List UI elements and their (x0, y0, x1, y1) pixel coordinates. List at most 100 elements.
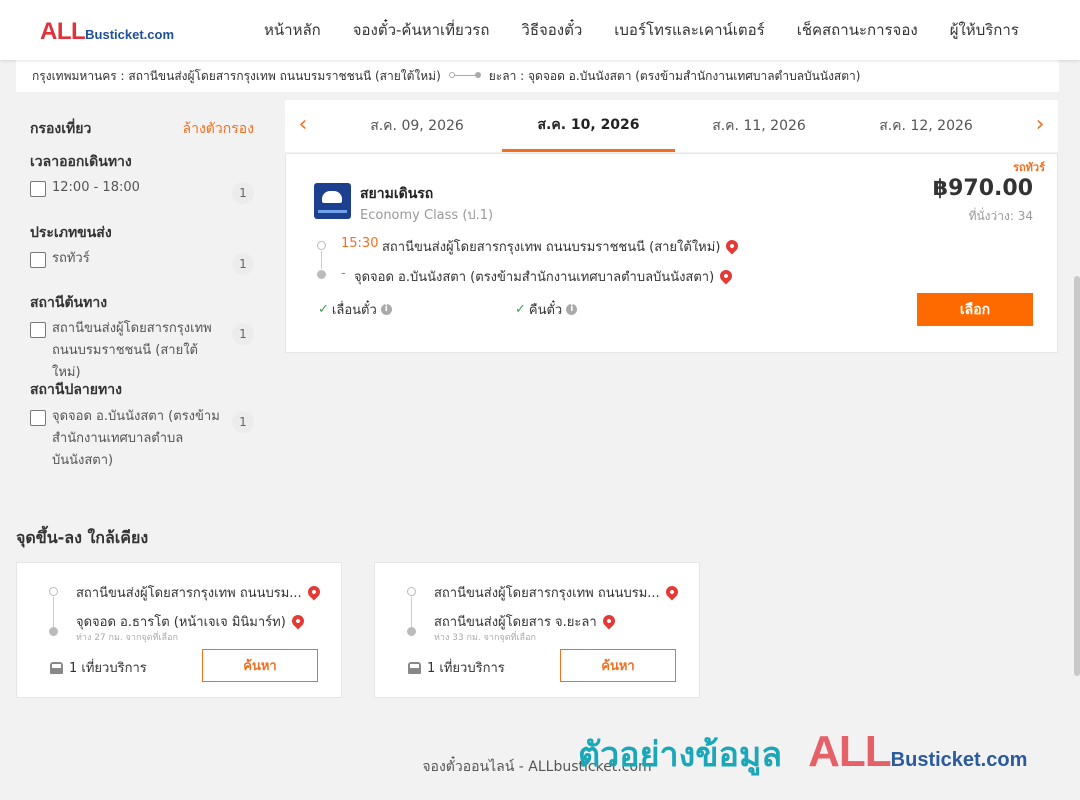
map-pin-icon[interactable] (289, 612, 307, 630)
nearby-destination-text: จุดจอด อ.ธารโต (หน้าเจเจ มินิมาร์ท) (76, 615, 286, 630)
feature-refund: ✓ คืนตั๋ว i (515, 299, 578, 320)
filter-group-origin-station: สถานีต้นทาง (30, 295, 108, 311)
nearby-search-button[interactable]: ค้นหา (560, 649, 676, 682)
nearby-search-button[interactable]: ค้นหา (202, 649, 318, 682)
filter-title: กรองเที่ยว (30, 121, 92, 137)
watermark-logo-rest: Busticket.com (890, 749, 1028, 771)
logo-all-text: ALL (40, 18, 86, 45)
date-tab[interactable]: ส.ค. 11, 2026 (676, 100, 842, 152)
scrollbar-thumb[interactable] (1074, 276, 1080, 676)
chevron-right-icon[interactable]: › (1030, 113, 1050, 139)
filter-count-badge: 1 (232, 253, 254, 275)
check-icon: ✓ (318, 302, 329, 317)
filter-count-badge: 1 (232, 411, 254, 433)
nearby-origin: สถานีขนส่งผู้โดยสารกรุงเทพ ถนนบรม... (434, 582, 681, 603)
info-icon[interactable]: i (566, 304, 578, 315)
nearby-origin-text: สถานีขนส่งผู้โดยสารกรุงเทพ ถนนบรม... (76, 586, 302, 601)
service-class: Economy Class (ป.1) (360, 208, 494, 223)
trip-result-card: รถทัวร์ สยามเดินรถ Economy Class (ป.1) ฿… (285, 153, 1058, 353)
nearby-service-count: 1 เที่ยวบริการ (408, 657, 505, 678)
feature-label: คืนตั๋ว (528, 303, 563, 318)
map-pin-icon[interactable] (600, 612, 618, 630)
bus-type-badge: รถทัวร์ (1013, 161, 1045, 174)
clear-filters-link[interactable]: ล้างตัวกรอง (183, 118, 254, 140)
feature-reschedule: ✓ เลื่อนตั๋ว i (318, 299, 392, 320)
departure-station-text: สถานีขนส่งผู้โดยสารกรุงเทพ ถนนบรมราชชนนี… (382, 240, 721, 255)
date-tab[interactable]: ส.ค. 12, 2026 (842, 100, 1010, 152)
nearby-title: จุดขึ้น-ลง ใกล้เคียง (16, 528, 149, 547)
chevron-left-icon[interactable]: ‹ (293, 113, 313, 139)
site-header: ALLBusticket.com หน้าหลัก จองตั๋ว-ค้นหาเ… (0, 0, 1080, 60)
main-nav: หน้าหลัก จองตั๋ว-ค้นหาเที่ยวรถ วิธีจองตั… (248, 0, 1035, 60)
arrival-station-text: จุดจอด อ.บันนังสตา (ตรงข้ามสำนักงานเทศบา… (354, 270, 715, 285)
nearby-destination: จุดจอด อ.ธารโต (หน้าเจเจ มินิมาร์ท) (76, 611, 307, 632)
filter-option-label: จุดจอด อ.บันนังสตา (ตรงข้ามสำนักงานเทศบา… (52, 409, 220, 468)
filter-sidebar: กรองเที่ยว ล้างตัวกรอง เวลาออกเดินทาง 12… (16, 100, 270, 480)
checkbox[interactable] (30, 410, 46, 426)
filter-option-time[interactable]: 12:00 - 18:00 1 (30, 180, 254, 204)
map-pin-icon[interactable] (663, 583, 681, 601)
map-pin-icon[interactable] (305, 583, 323, 601)
route-connector-icon (448, 72, 481, 80)
bus-icon (50, 661, 63, 674)
nav-operators[interactable]: ผู้ให้บริการ (950, 18, 1019, 42)
nav-booking[interactable]: จองตั๋ว-ค้นหาเที่ยวรถ (353, 18, 490, 42)
nav-how-to-book[interactable]: วิธีจองตั๋ว (521, 18, 582, 42)
nav-booking-status[interactable]: เช็คสถานะการจอง (797, 18, 918, 42)
service-count-text: 1 เที่ยวบริการ (427, 661, 505, 676)
checkbox[interactable] (30, 252, 46, 268)
nearby-destination: สถานีขนส่งผู้โดยสาร จ.ยะลา (434, 611, 618, 632)
site-logo[interactable]: ALLBusticket.com (40, 18, 174, 46)
filter-option-origin[interactable]: สถานีขนส่งผู้โดยสารกรุงเทพ ถนนบรมราชชนนี… (30, 321, 254, 384)
watermark-text: ตัวอย่างข้อมูล (578, 735, 783, 775)
nearby-distance: ห่าง 33 กม. จากจุดที่เลือก (434, 633, 536, 643)
date-tab[interactable]: ส.ค. 09, 2026 (333, 100, 501, 152)
filter-group-transport-type: ประเภทขนส่ง (30, 225, 112, 241)
route-summary: กรุงเทพมหานคร : สถานีขนส่งผู้โดยสารกรุงเ… (16, 60, 1059, 92)
route-destination: ยะลา : จุดจอด อ.บันนังสตา (ตรงข้ามสำนักง… (488, 68, 861, 83)
filter-group-destination-station: สถานีปลายทาง (30, 382, 122, 398)
date-selector: ‹ ส.ค. 09, 2026 ส.ค. 10, 2026 ส.ค. 11, 2… (285, 100, 1058, 152)
departure-time: 15:30 (341, 236, 379, 251)
timeline-end-dot (317, 270, 326, 279)
arrival-station: จุดจอด อ.บันนังสตา (ตรงข้ามสำนักงานเทศบา… (354, 266, 735, 287)
route-origin: กรุงเทพมหานคร : สถานีขนส่งผู้โดยสารกรุงเ… (32, 68, 441, 83)
info-icon[interactable]: i (380, 304, 392, 315)
check-icon: ✓ (515, 302, 526, 317)
select-trip-button[interactable]: เลือก (917, 293, 1033, 326)
operator-name: สยามเดินรถ (360, 186, 434, 202)
nearby-distance: ห่าง 27 กม. จากจุดที่เลือก (76, 633, 178, 643)
checkbox[interactable] (30, 181, 46, 197)
departure-station: สถานีขนส่งผู้โดยสารกรุงเทพ ถนนบรมราชชนนี… (382, 236, 741, 257)
nearby-destination-text: สถานีขนส่งผู้โดยสาร จ.ยะลา (434, 615, 597, 630)
watermark-logo-all: ALL (808, 727, 892, 776)
filter-count-badge: 1 (232, 323, 254, 345)
nav-contact[interactable]: เบอร์โทรและเคาน์เตอร์ (614, 18, 764, 42)
timeline-start-dot (317, 241, 326, 250)
checkbox[interactable] (30, 322, 46, 338)
timeline-line (321, 251, 322, 269)
nearby-origin: สถานีขนส่งผู้โดยสารกรุงเทพ ถนนบรม... (76, 582, 323, 603)
nav-home[interactable]: หน้าหลัก (264, 18, 321, 42)
nearby-card: สถานีขนส่งผู้โดยสารกรุงเทพ ถนนบรม... จุด… (16, 562, 342, 698)
nearby-service-count: 1 เที่ยวบริการ (50, 657, 147, 678)
feature-label: เลื่อนตั๋ว (331, 303, 377, 318)
filter-option-label: รถทัวร์ (52, 251, 90, 266)
timeline-end-dot (407, 627, 416, 636)
date-tab-active[interactable]: ส.ค. 10, 2026 (502, 100, 675, 152)
map-pin-icon[interactable] (723, 237, 741, 255)
nearby-origin-text: สถานีขนส่งผู้โดยสารกรุงเทพ ถนนบรม... (434, 586, 660, 601)
logo-rest-text: Busticket.com (85, 27, 175, 42)
operator-logo (314, 183, 351, 219)
map-pin-icon[interactable] (717, 267, 735, 285)
timeline-end-dot (49, 627, 58, 636)
filter-option-destination[interactable]: จุดจอด อ.บันนังสตา (ตรงข้ามสำนักงานเทศบา… (30, 409, 254, 472)
nearby-card: สถานีขนส่งผู้โดยสารกรุงเทพ ถนนบรม... สถา… (374, 562, 700, 698)
ticket-price: ฿970.00 (932, 176, 1033, 201)
arrival-time: - (341, 266, 346, 281)
page-scrollbar[interactable] (1074, 0, 1080, 800)
filter-option-label: สถานีขนส่งผู้โดยสารกรุงเทพ ถนนบรมราชชนนี… (52, 321, 212, 380)
filter-option-transport[interactable]: รถทัวร์ 1 (30, 251, 254, 275)
service-count-text: 1 เที่ยวบริการ (69, 661, 147, 676)
filter-header: กรองเที่ยว ล้างตัวกรอง (30, 118, 254, 140)
